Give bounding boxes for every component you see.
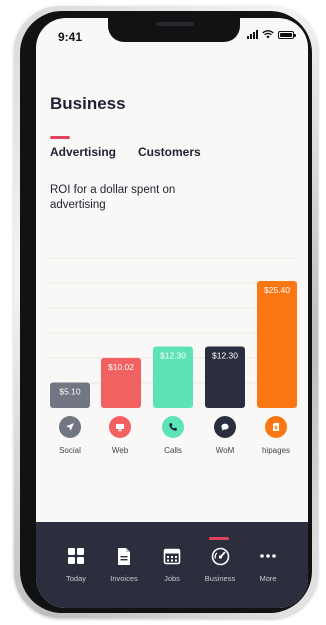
document-icon [100, 546, 148, 566]
monitor-icon [109, 416, 131, 438]
wifi-icon [262, 30, 274, 39]
channel-icon-row: Social Web Calls WoM hipages [36, 416, 308, 460]
channel-social[interactable]: Social [43, 416, 97, 455]
channel-label: Social [59, 446, 81, 455]
nav-item-invoices[interactable]: Invoices [100, 546, 148, 583]
channel-label: Web [111, 446, 129, 455]
page-title: Business [50, 94, 126, 113]
speedometer-icon [196, 546, 244, 566]
grid-icon [52, 546, 100, 566]
app-screen: 9:41 Business Advertising Customers ROI … [36, 18, 308, 608]
status-time: 9:41 [58, 30, 83, 44]
nav-label: Jobs [164, 574, 180, 583]
nav-label: Business [204, 574, 236, 583]
active-tab-indicator [50, 136, 70, 139]
battery-icon [278, 30, 296, 39]
channel-web[interactable]: Web [93, 416, 147, 455]
hipages-logo-icon [265, 416, 287, 438]
roi-bar-chart: $5.10 $10.02 $12.30 $12.30 $25.40 [50, 257, 297, 408]
channel-label: hipages [261, 446, 291, 455]
chart-description: ROI for a dollar spent on advertising [50, 184, 176, 211]
channel-label: Calls [164, 446, 182, 455]
more-dots-icon [244, 546, 292, 566]
nav-item-business[interactable]: Business [196, 546, 244, 583]
chart-data-label: $25.40 [264, 285, 290, 295]
chart-bar-hipages[interactable] [257, 281, 297, 408]
calendar-icon [148, 546, 196, 566]
nav-label: Invoices [110, 574, 138, 583]
chat-bubble-icon [214, 416, 236, 438]
nav-label: More [259, 574, 277, 583]
chart-data-label: $10.02 [108, 362, 134, 372]
channel-label: WoM [215, 446, 235, 455]
active-nav-indicator [209, 537, 229, 540]
nav-label: Today [65, 574, 86, 583]
status-icons [247, 30, 296, 39]
nav-item-more[interactable]: More [244, 546, 292, 583]
phone-icon [162, 416, 184, 438]
channel-hipages[interactable]: hipages [249, 416, 303, 455]
cellular-signal-icon [247, 30, 258, 39]
nav-item-today[interactable]: Today [52, 546, 100, 583]
tab-customers[interactable]: Customers [138, 145, 201, 159]
channel-wom[interactable]: WoM [198, 416, 252, 455]
device-notch [108, 18, 240, 42]
chart-data-label: $12.30 [160, 351, 186, 361]
bottom-navigation: Today Invoices Jobs Business More [36, 522, 308, 608]
tab-advertising[interactable]: Advertising [50, 145, 116, 159]
chart-data-label: $12.30 [212, 351, 238, 361]
send-icon [59, 416, 81, 438]
nav-item-jobs[interactable]: Jobs [148, 546, 196, 583]
channel-calls[interactable]: Calls [146, 416, 200, 455]
chart-data-label: $5.10 [59, 387, 81, 397]
tab-bar: Advertising Customers [50, 145, 201, 159]
